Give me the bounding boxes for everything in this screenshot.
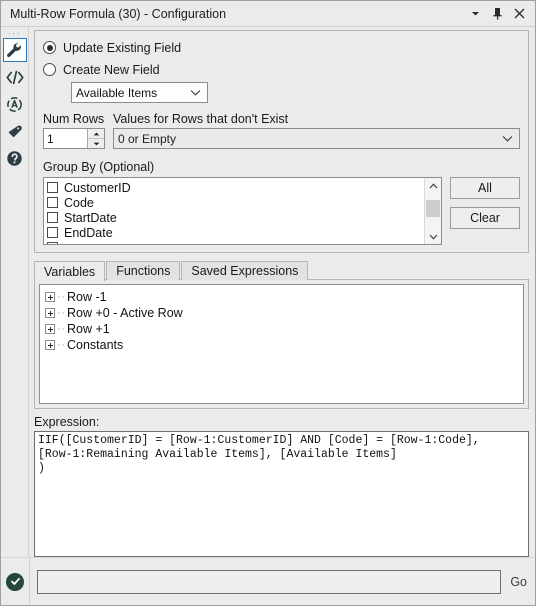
select-all-button[interactable]: All xyxy=(450,177,520,199)
tree-item-label: Row +1 xyxy=(67,322,110,336)
tree-item[interactable]: ·· Constants xyxy=(45,337,523,353)
chevron-down-icon xyxy=(499,135,516,142)
group-by-listbox[interactable]: CustomerID Code StartDate EndDate xyxy=(43,177,442,245)
tree-item-label: Constants xyxy=(67,338,124,352)
list-item[interactable]: EndDate xyxy=(47,225,424,240)
configuration-window: Multi-Row Formula (30) - Configuration ·… xyxy=(0,0,536,606)
checkbox[interactable] xyxy=(47,182,58,193)
scroll-up-icon[interactable] xyxy=(425,178,441,193)
tool-rail: ··· xyxy=(1,27,29,557)
update-existing-field-option[interactable]: Update Existing Field xyxy=(43,38,520,57)
tree-connector: ·· xyxy=(57,339,66,351)
tree-item-label: Row -1 xyxy=(67,290,107,304)
create-new-field-option[interactable]: Create New Field xyxy=(43,60,520,79)
tabstrip: Variables Functions Saved Expressions xyxy=(34,260,529,281)
checkbox[interactable] xyxy=(47,212,58,223)
group-by-body: CustomerID Code StartDate EndDate All Cl… xyxy=(43,177,520,245)
list-item-label: Code xyxy=(64,195,94,210)
list-item-partial[interactable] xyxy=(47,240,424,244)
num-rows-increment-button[interactable] xyxy=(88,129,104,139)
title-bar: Multi-Row Formula (30) - Configuration xyxy=(1,1,535,27)
variables-tree[interactable]: ·· Row -1 ·· Row +0 - Active Row ·· Row … xyxy=(39,284,524,404)
tree-connector: ·· xyxy=(57,291,66,303)
tree-item-label: Row +0 - Active Row xyxy=(67,306,183,320)
status-valid-icon xyxy=(6,572,24,591)
expand-icon[interactable] xyxy=(45,340,55,350)
window-body: ··· Update Existing Field Create New Fie… xyxy=(1,27,535,557)
list-item-label: StartDate xyxy=(64,210,117,225)
rail-grip: ··· xyxy=(7,28,22,38)
tag-icon[interactable] xyxy=(3,119,27,143)
group-by-panel: Group By (Optional) CustomerID Code Star… xyxy=(34,155,529,253)
num-rows-decrement-button[interactable] xyxy=(88,139,104,148)
checkbox[interactable] xyxy=(47,227,58,238)
window-title: Multi-Row Formula (30) - Configuration xyxy=(10,6,227,21)
num-rows-value[interactable]: 1 xyxy=(44,129,87,148)
scrollbar-track[interactable] xyxy=(425,193,441,229)
field-select-value: Available Items xyxy=(76,85,158,100)
tab-variables[interactable]: Variables xyxy=(34,261,106,281)
tree-item[interactable]: ·· Row +0 - Active Row xyxy=(45,305,523,321)
field-options-panel: Update Existing Field Create New Field A… xyxy=(34,30,529,155)
group-by-buttons: All Clear xyxy=(450,177,520,229)
footer-bar: Go xyxy=(1,557,535,605)
field-select[interactable]: Available Items xyxy=(71,82,208,103)
list-item[interactable]: CustomerID xyxy=(47,180,424,195)
tree-connector: ·· xyxy=(57,323,66,335)
group-by-scrollbar[interactable] xyxy=(424,178,441,244)
num-rows-spin-buttons xyxy=(87,129,104,148)
update-existing-radio[interactable] xyxy=(43,41,56,54)
field-select-wrap: Available Items xyxy=(71,82,520,103)
tree-connector: ·· xyxy=(57,307,66,319)
status-area xyxy=(1,558,30,605)
row-settings-labels: Num Rows Values for Rows that don't Exis… xyxy=(43,112,520,126)
expression-helper-tabs: Variables Functions Saved Expressions ··… xyxy=(34,260,529,409)
missing-values-label: Values for Rows that don't Exist xyxy=(113,112,289,126)
search-input[interactable] xyxy=(37,569,502,594)
expression-editor[interactable]: IIF([CustomerID] = [Row-1:CustomerID] AN… xyxy=(34,431,529,557)
num-rows-stepper[interactable]: 1 xyxy=(43,128,105,149)
update-existing-label: Update Existing Field xyxy=(63,40,182,55)
pin-icon[interactable] xyxy=(491,7,504,21)
menu-caret-icon[interactable] xyxy=(469,7,482,21)
expand-icon[interactable] xyxy=(45,292,55,302)
close-icon[interactable] xyxy=(513,7,526,21)
chevron-down-icon xyxy=(187,89,204,96)
missing-values-value: 0 or Empty xyxy=(118,131,177,146)
list-item-label: EndDate xyxy=(64,225,113,240)
tab-saved-expressions[interactable]: Saved Expressions xyxy=(181,261,309,280)
list-item-label: CustomerID xyxy=(64,180,131,195)
create-new-radio[interactable] xyxy=(43,63,56,76)
tab-functions[interactable]: Functions xyxy=(106,261,181,280)
expand-icon[interactable] xyxy=(45,308,55,318)
create-new-label: Create New Field xyxy=(63,62,160,77)
scroll-down-icon[interactable] xyxy=(425,229,441,244)
config-content: Update Existing Field Create New Field A… xyxy=(29,27,535,557)
annotation-icon[interactable] xyxy=(3,92,27,116)
expand-icon[interactable] xyxy=(45,324,55,334)
window-controls xyxy=(469,7,529,21)
group-by-title: Group By (Optional) xyxy=(43,160,155,174)
list-item[interactable]: StartDate xyxy=(47,210,424,225)
list-item[interactable]: Code xyxy=(47,195,424,210)
expression-label: Expression: xyxy=(34,415,100,429)
wrench-icon[interactable] xyxy=(2,38,27,62)
clear-button[interactable]: Clear xyxy=(450,207,520,229)
expression-section: Expression: IIF([CustomerID] = [Row-1:Cu… xyxy=(34,415,529,557)
row-settings-fields: 1 0 or Empty xyxy=(43,128,520,149)
checkbox[interactable] xyxy=(47,197,58,208)
variables-tab-panel: ·· Row -1 ·· Row +0 - Active Row ·· Row … xyxy=(34,279,529,409)
help-icon[interactable] xyxy=(3,146,27,170)
tree-item[interactable]: ·· Row +1 xyxy=(45,321,523,337)
code-icon[interactable] xyxy=(3,65,27,89)
footer-main: Go xyxy=(30,569,535,594)
scrollbar-thumb[interactable] xyxy=(426,200,440,217)
missing-values-select[interactable]: 0 or Empty xyxy=(113,128,520,149)
num-rows-label: Num Rows xyxy=(43,112,105,126)
checkbox[interactable] xyxy=(47,242,58,244)
tree-item[interactable]: ·· Row -1 xyxy=(45,289,523,305)
go-button[interactable]: Go xyxy=(510,575,527,589)
group-by-items: CustomerID Code StartDate EndDate xyxy=(44,178,424,244)
